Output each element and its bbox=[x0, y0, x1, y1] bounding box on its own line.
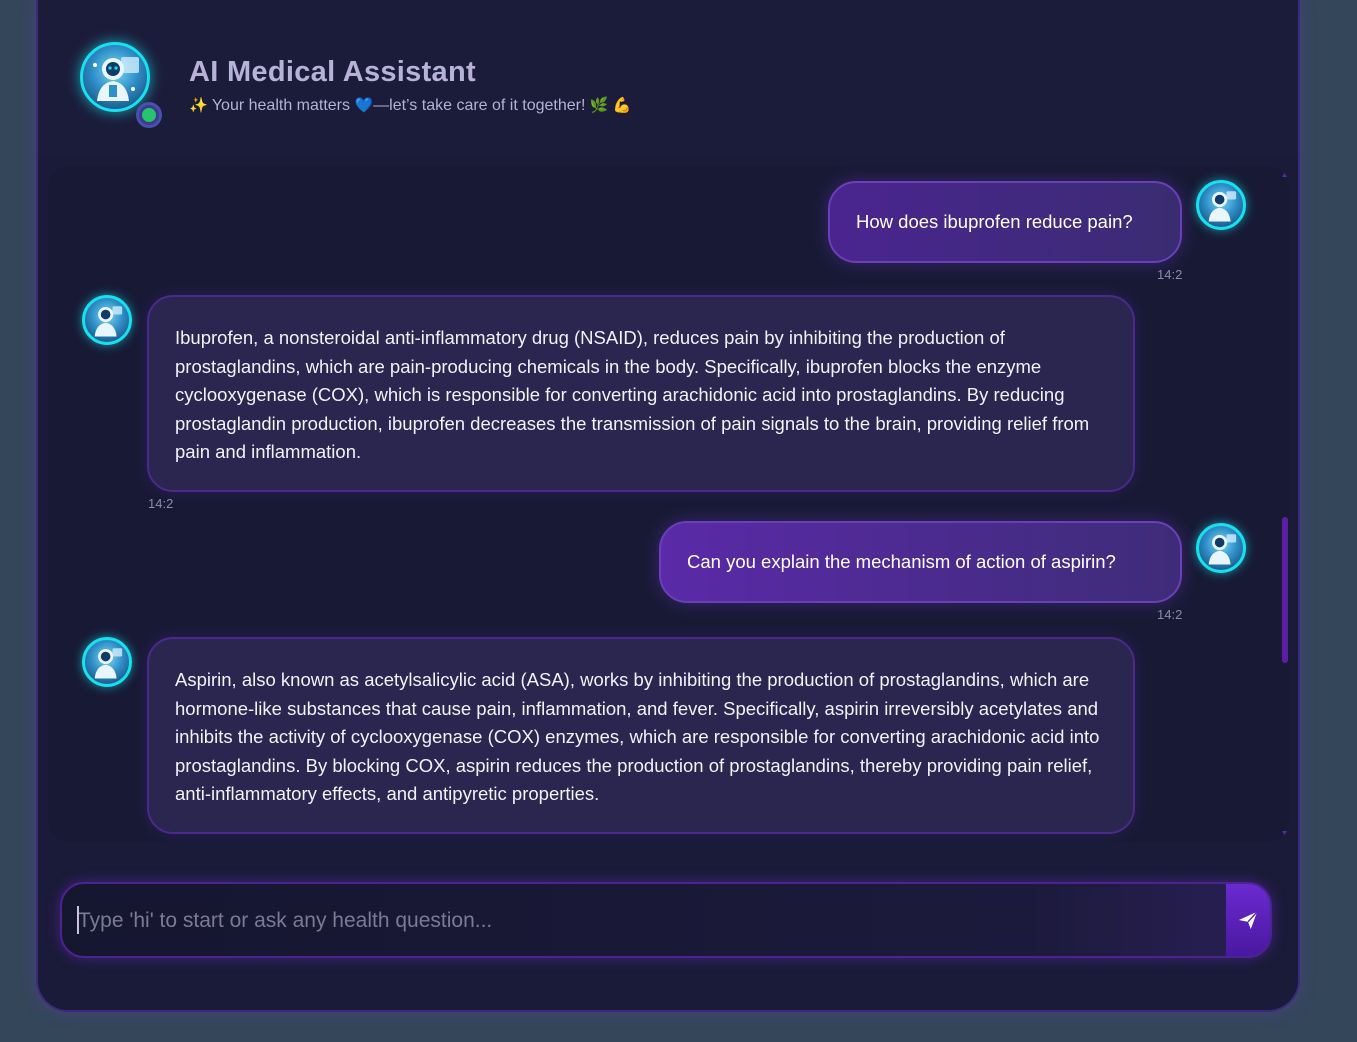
robot-doctor-icon bbox=[94, 648, 123, 679]
subtitle-text-1: Your health matters bbox=[211, 97, 350, 114]
message-text: How does ibuprofen reduce pain? bbox=[856, 211, 1133, 232]
scrollbar-thumb[interactable] bbox=[1282, 517, 1288, 663]
assistant-message: Ibuprofen, a nonsteroidal anti-inflammat… bbox=[147, 295, 1135, 492]
message-timestamp: 14:2 bbox=[148, 496, 174, 511]
user-avatar bbox=[1196, 523, 1246, 573]
message-input-wrapper bbox=[60, 882, 1272, 958]
robot-doctor-icon bbox=[1208, 191, 1237, 222]
message-text: Can you explain the mechanism of action … bbox=[687, 551, 1116, 572]
chat-header: AI Medical Assistant ✨ Your health matte… bbox=[38, 0, 1298, 156]
message-timestamp: 14:2 bbox=[1157, 267, 1183, 282]
assistant-avatar bbox=[80, 42, 150, 112]
composer bbox=[38, 852, 1298, 1010]
subtitle-text-2: —let’s take care of it together! bbox=[373, 97, 586, 114]
assistant-avatar bbox=[82, 637, 132, 687]
message-text: Ibuprofen, a nonsteroidal anti-inflammat… bbox=[175, 327, 1090, 463]
page-title: AI Medical Assistant bbox=[189, 56, 476, 88]
robot-doctor-icon bbox=[93, 57, 139, 101]
message-input[interactable] bbox=[76, 884, 1220, 956]
message-list[interactable]: How does ibuprofen reduce pain? 14:2 Ibu… bbox=[48, 166, 1290, 842]
message-text: Aspirin, also known as acetylsalicylic a… bbox=[175, 669, 1100, 805]
user-message: How does ibuprofen reduce pain? bbox=[828, 181, 1182, 263]
message-timestamp: 14:2 bbox=[1157, 607, 1183, 622]
blue-heart-icon: 💙 bbox=[354, 97, 374, 114]
scroll-down-arrow-icon[interactable] bbox=[1282, 831, 1288, 836]
sparkles-icon: ✨ bbox=[189, 97, 208, 114]
herb-and-flexed-arm-icons: 🌿 💪 bbox=[589, 97, 632, 114]
robot-doctor-icon bbox=[94, 306, 123, 337]
assistant-message: Aspirin, also known as acetylsalicylic a… bbox=[147, 637, 1135, 834]
send-button[interactable] bbox=[1226, 884, 1270, 956]
text-caret bbox=[77, 906, 79, 934]
scroll-up-arrow-icon[interactable] bbox=[1282, 172, 1288, 177]
user-message: Can you explain the mechanism of action … bbox=[659, 521, 1182, 603]
chat-window: AI Medical Assistant ✨ Your health matte… bbox=[36, 0, 1300, 1012]
send-icon bbox=[1238, 911, 1258, 930]
user-avatar bbox=[1196, 180, 1246, 230]
page-subtitle: ✨ Your health matters 💙—let’s take care … bbox=[189, 96, 631, 115]
chat-scrollbar[interactable] bbox=[1282, 172, 1288, 836]
assistant-avatar bbox=[82, 295, 132, 345]
online-status-indicator bbox=[136, 102, 162, 128]
robot-doctor-icon bbox=[1208, 534, 1237, 565]
